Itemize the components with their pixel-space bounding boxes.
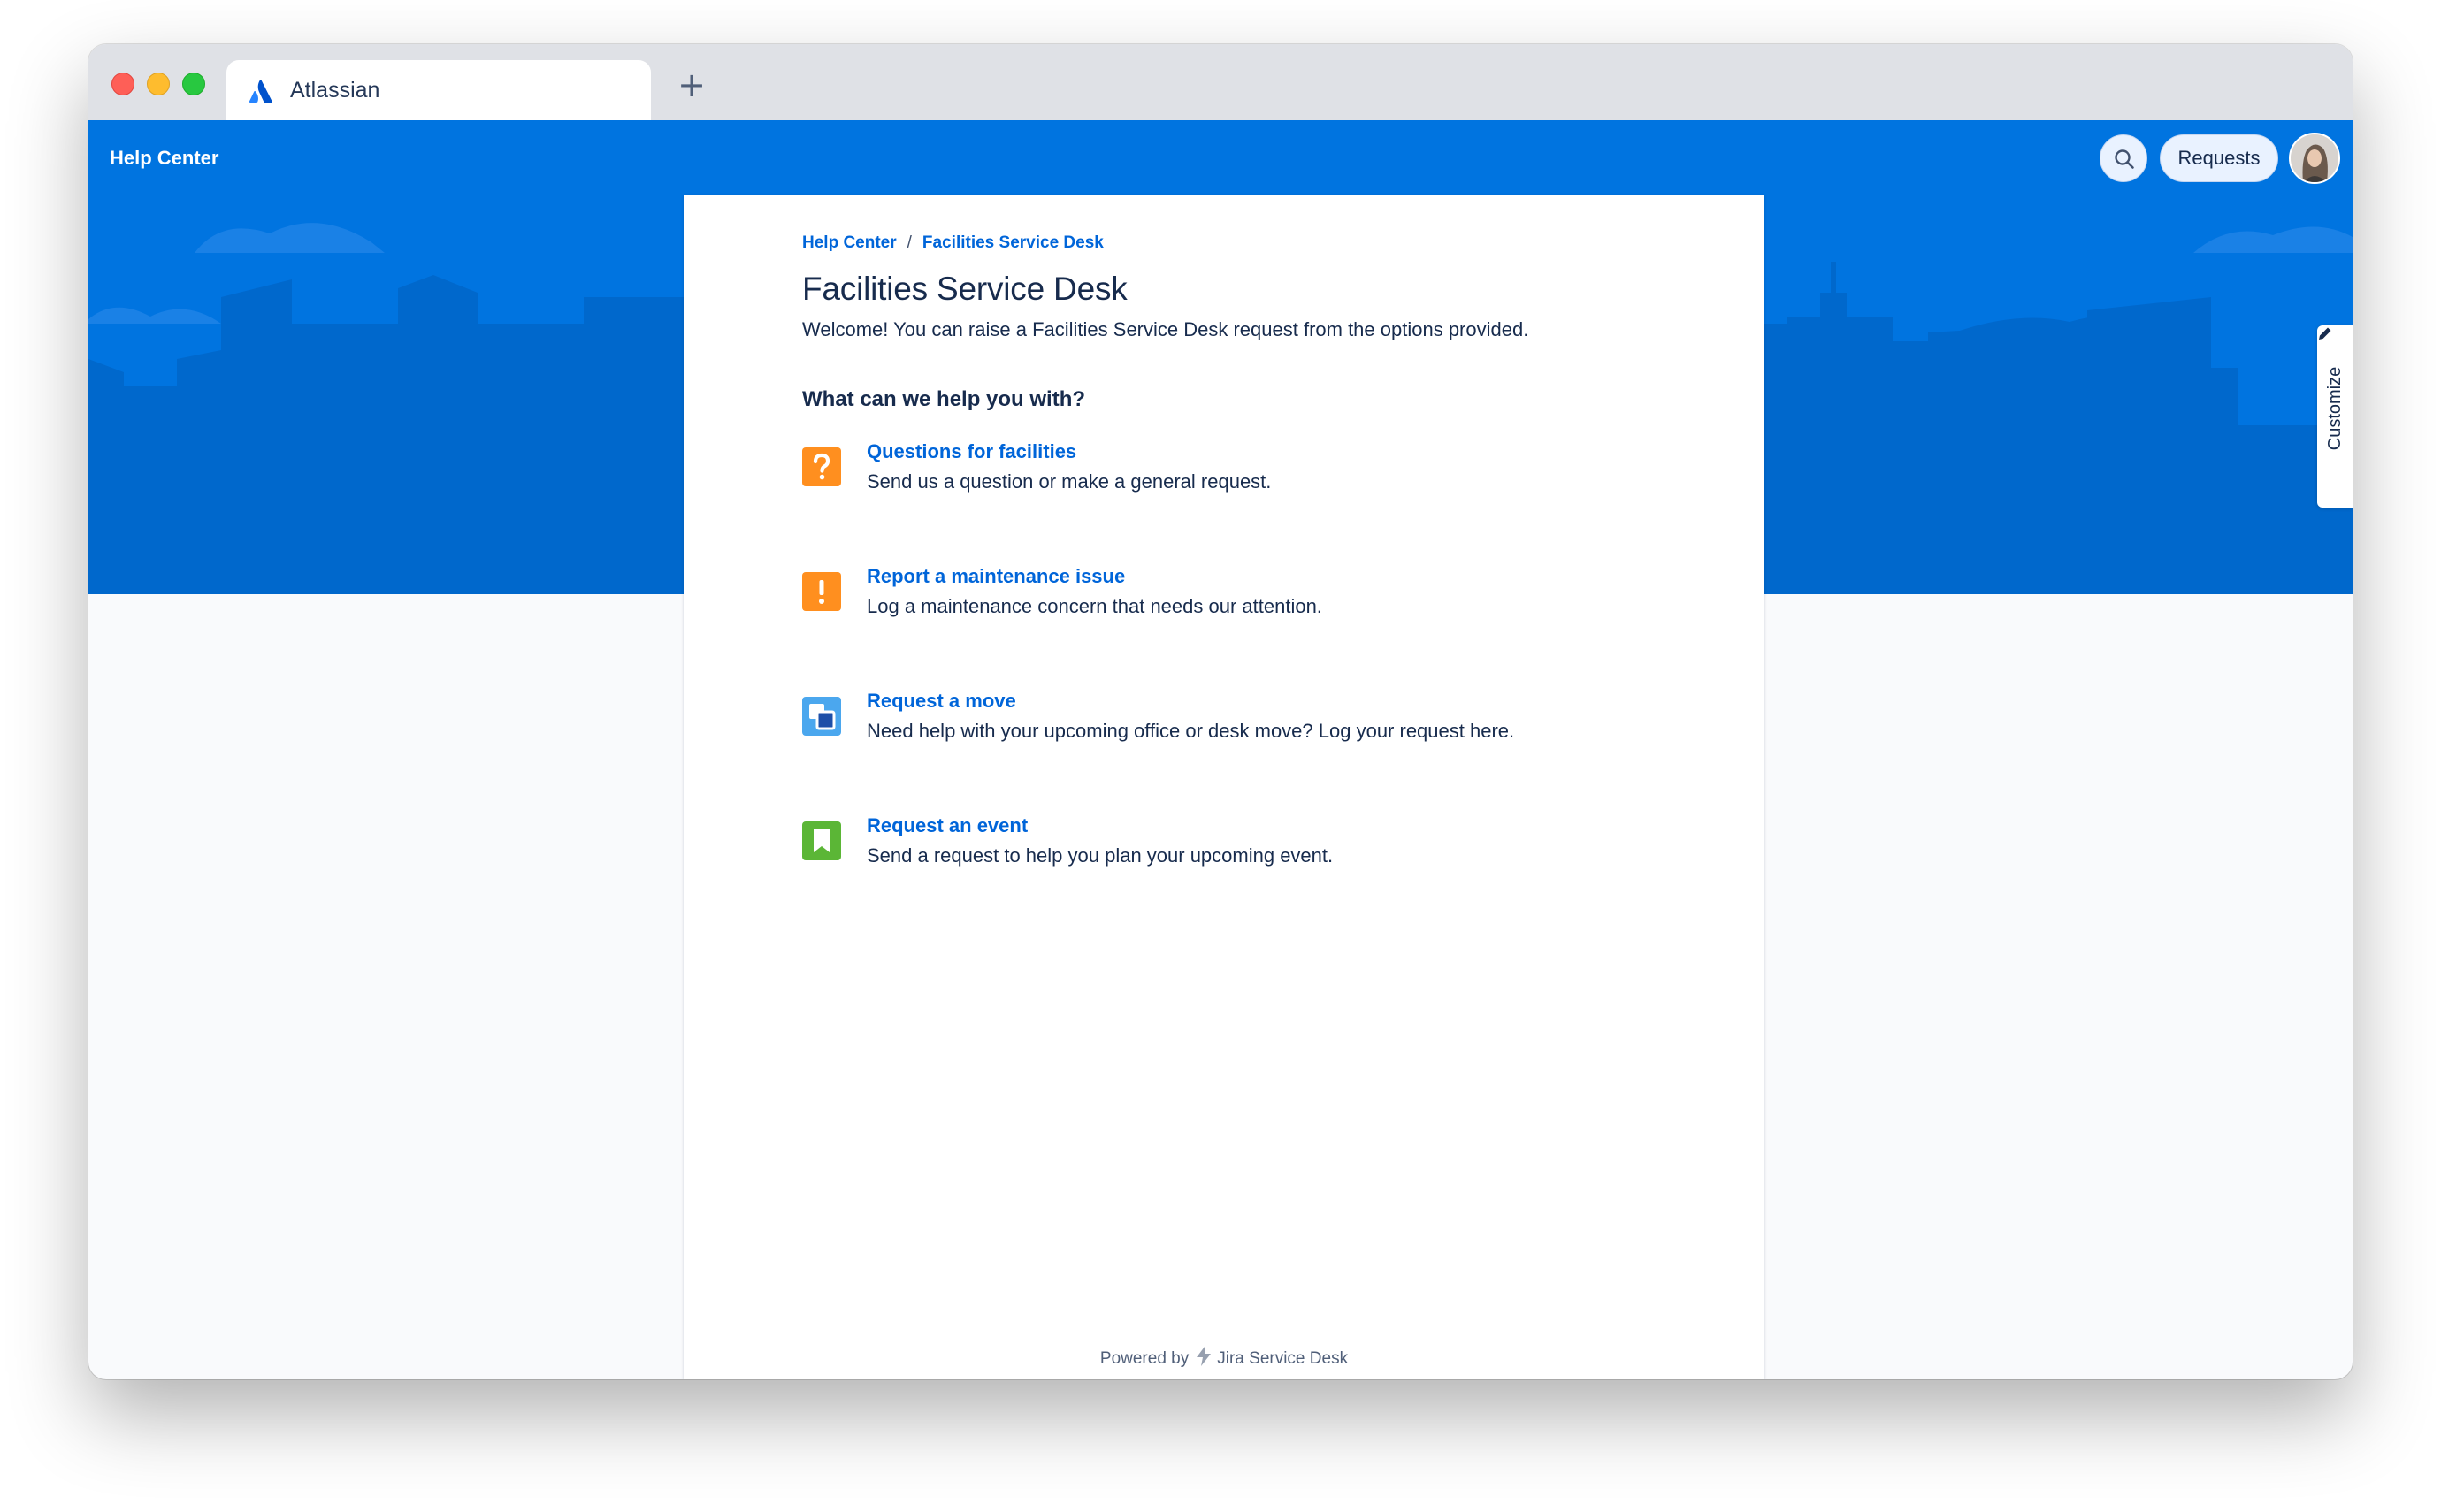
powered-by-footer: Powered by Jira Service Desk: [684, 1346, 1764, 1371]
exclamation-icon: [802, 572, 841, 611]
pencil-icon: [2319, 327, 2331, 340]
bookmark-icon: [802, 821, 841, 860]
help-heading: What can we help you with?: [802, 387, 1086, 411]
request-type-description: Send a request to help you plan your upc…: [867, 844, 1334, 867]
move-icon: [802, 697, 841, 736]
customize-tab[interactable]: Customize: [2317, 325, 2353, 508]
requests-button[interactable]: Requests: [2160, 134, 2278, 182]
request-type-description: Need help with your upcoming office or d…: [867, 720, 1515, 742]
browser-titlebar: Atlassian +: [88, 44, 2353, 120]
breadcrumb-separator: /: [907, 233, 912, 252]
search-button[interactable]: [2100, 134, 2147, 182]
powered-by-label: Powered by: [1099, 1349, 1190, 1368]
request-type-title[interactable]: Report a maintenance issue: [867, 563, 1125, 590]
browser-tab[interactable]: Atlassian: [226, 60, 651, 120]
maximize-window-button[interactable]: [182, 73, 205, 95]
request-type-questions[interactable]: Questions for facilities Send us a quest…: [802, 439, 1598, 518]
portal-content-card: Help Center / Facilities Service Desk Faci…: [684, 195, 1764, 1379]
request-type-maintenance[interactable]: Report a maintenance issue Log a mainten…: [802, 563, 1598, 643]
atlassian-logo-icon: [249, 79, 272, 103]
breadcrumb: Help Center / Facilities Service Desk: [802, 232, 1104, 255]
breadcrumb-facilities-link[interactable]: Facilities Service Desk: [922, 233, 1104, 252]
request-type-description: Send us a question or make a general req…: [867, 470, 1272, 493]
new-tab-button[interactable]: +: [674, 68, 709, 104]
request-type-title[interactable]: Request an event: [867, 813, 1028, 839]
avatar-portrait-icon: [2291, 134, 2338, 182]
tab-title: Atlassian: [290, 78, 380, 103]
customize-label: Customize: [2325, 366, 2345, 451]
request-type-event[interactable]: Request an event Send a request to help …: [802, 813, 1598, 892]
powered-by-product-link[interactable]: Jira Service Desk: [1217, 1349, 1348, 1368]
page-title: Facilities Service Desk: [802, 271, 1128, 307]
request-type-title[interactable]: Request a move: [867, 688, 1016, 714]
user-avatar[interactable]: [2289, 133, 2340, 184]
breadcrumb-help-center-link[interactable]: Help Center: [802, 233, 897, 252]
request-type-move[interactable]: Request a move Need help with your upcom…: [802, 688, 1598, 767]
request-type-title[interactable]: Questions for facilities: [867, 439, 1076, 465]
welcome-message: Welcome! You can raise a Facilities Serv…: [802, 318, 1529, 340]
help-center-page: Help Center Requests Customize Help Cent…: [88, 120, 2353, 1379]
help-center-home-link[interactable]: Help Center: [110, 145, 218, 172]
jira-service-desk-logo-icon: [1197, 1347, 1212, 1366]
question-icon: [802, 447, 841, 486]
minimize-window-button[interactable]: [147, 73, 170, 95]
browser-window: Atlassian + Help Center Requests Customi…: [88, 44, 2353, 1379]
close-window-button[interactable]: [111, 73, 134, 95]
search-icon: [2115, 149, 2134, 169]
request-type-description: Log a maintenance concern that needs our…: [867, 595, 1322, 617]
